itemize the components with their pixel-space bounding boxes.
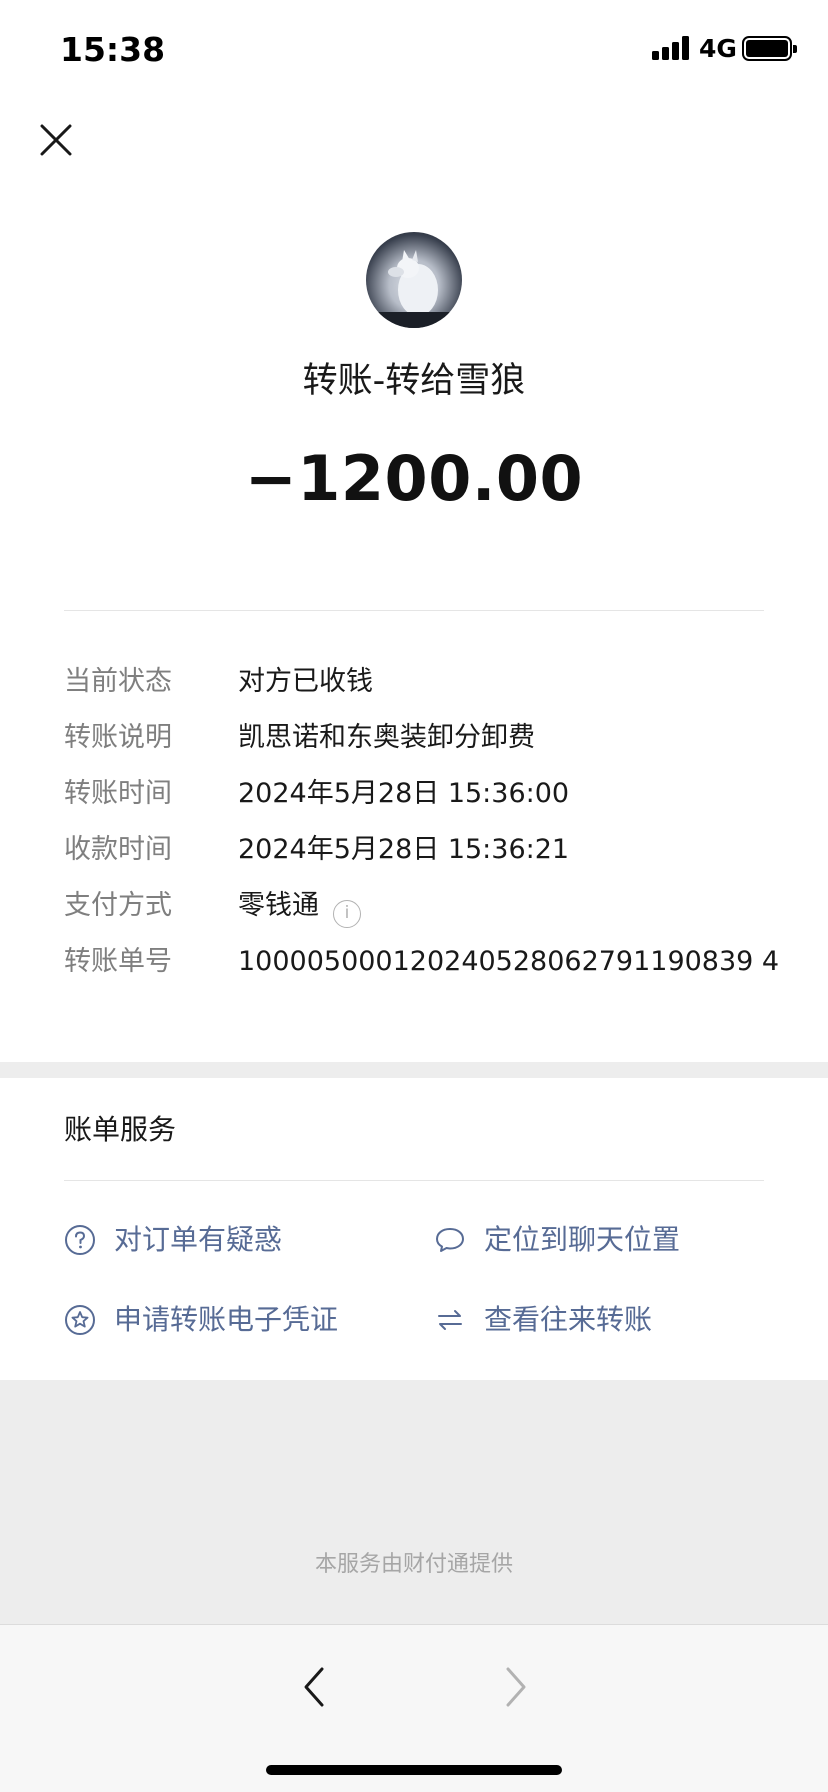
transfer-arrows-icon <box>438 1310 462 1330</box>
divider <box>64 1180 764 1181</box>
browser-nav-bar <box>0 1624 828 1792</box>
detail-label: 转账单号 <box>64 946 172 977</box>
service-label: 申请转账电子凭证 <box>114 1303 339 1336</box>
detail-value: 对方已收钱 <box>238 666 373 697</box>
service-view-transfers[interactable]: 查看往来转账 <box>434 1298 764 1342</box>
question-circle-icon <box>65 1225 95 1255</box>
detail-label: 转账说明 <box>64 722 172 753</box>
status-bar: 15:38 4G <box>0 0 828 100</box>
transfer-id-value: 100005000120240528062791190839 4 <box>238 946 780 977</box>
cellular-signal-icon <box>652 36 690 60</box>
payment-method-value: 零钱通 <box>238 890 319 921</box>
transfer-amount: −1200.00 <box>244 442 584 515</box>
transfer-detail-page: 15:38 4G 转账-转给雪狼 −1200.00 当前状态 对方已收钱 转账说… <box>0 0 828 1792</box>
bill-services-card: 账单服务 对订单有疑惑 定位到聊天位置 申请转账电子凭证 查看往来转账 <box>0 1078 828 1380</box>
detail-row-transfer-time: 转账时间 2024年5月28日 15:36:00 <box>64 774 784 814</box>
detail-label: 支付方式 <box>64 890 172 921</box>
detail-value: 凯思诺和东奥装卸分卸费 <box>238 722 535 753</box>
detail-label: 收款时间 <box>64 834 172 865</box>
detail-row-receive-time: 收款时间 2024年5月28日 15:36:21 <box>64 830 784 870</box>
close-icon <box>40 124 72 156</box>
service-order-question[interactable]: 对订单有疑惑 <box>64 1218 384 1262</box>
detail-value-with-icon: 零钱通 i <box>238 886 361 928</box>
detail-row-note: 转账说明 凯思诺和东奥装卸分卸费 <box>64 718 784 758</box>
service-label: 对订单有疑惑 <box>114 1223 283 1256</box>
wolf-avatar-icon <box>366 250 462 328</box>
chat-bubble-icon <box>436 1228 464 1252</box>
divider <box>64 610 764 611</box>
star-circle-icon <box>65 1305 95 1335</box>
recipient-avatar <box>366 232 462 328</box>
detail-row-transfer-id: 转账单号 100005000120240528062791190839 4 <box>64 942 784 982</box>
status-time: 15:38 <box>60 30 166 69</box>
transfer-title: 转账-转给雪狼 <box>302 361 526 401</box>
detail-row-payment-method: 支付方式 零钱通 i <box>64 886 784 928</box>
home-indicator <box>266 1765 562 1775</box>
service-label: 查看往来转账 <box>484 1303 653 1336</box>
services-title: 账单服务 <box>64 1113 177 1146</box>
back-button[interactable] <box>294 1659 334 1715</box>
service-label: 定位到聊天位置 <box>484 1223 681 1256</box>
forward-button[interactable] <box>496 1659 536 1715</box>
battery-icon <box>742 36 797 61</box>
network-type: 4G <box>699 34 737 63</box>
detail-value: 2024年5月28日 15:36:21 <box>238 834 570 865</box>
service-provider-text: 本服务由财付通提供 <box>314 1552 513 1577</box>
transfer-summary-card: 转账-转给雪狼 −1200.00 当前状态 对方已收钱 转账说明 凯思诺和东奥装… <box>0 100 828 1062</box>
chevron-left-icon <box>304 1667 324 1707</box>
close-button[interactable] <box>36 120 76 160</box>
detail-label: 转账时间 <box>64 778 172 809</box>
detail-value: 2024年5月28日 15:36:00 <box>238 778 570 809</box>
info-icon[interactable]: i <box>333 900 361 928</box>
service-locate-chat[interactable]: 定位到聊天位置 <box>434 1218 764 1262</box>
detail-label: 当前状态 <box>64 666 172 697</box>
service-request-receipt[interactable]: 申请转账电子凭证 <box>64 1298 384 1342</box>
detail-row-status: 当前状态 对方已收钱 <box>64 662 784 702</box>
chevron-right-icon <box>506 1667 526 1707</box>
